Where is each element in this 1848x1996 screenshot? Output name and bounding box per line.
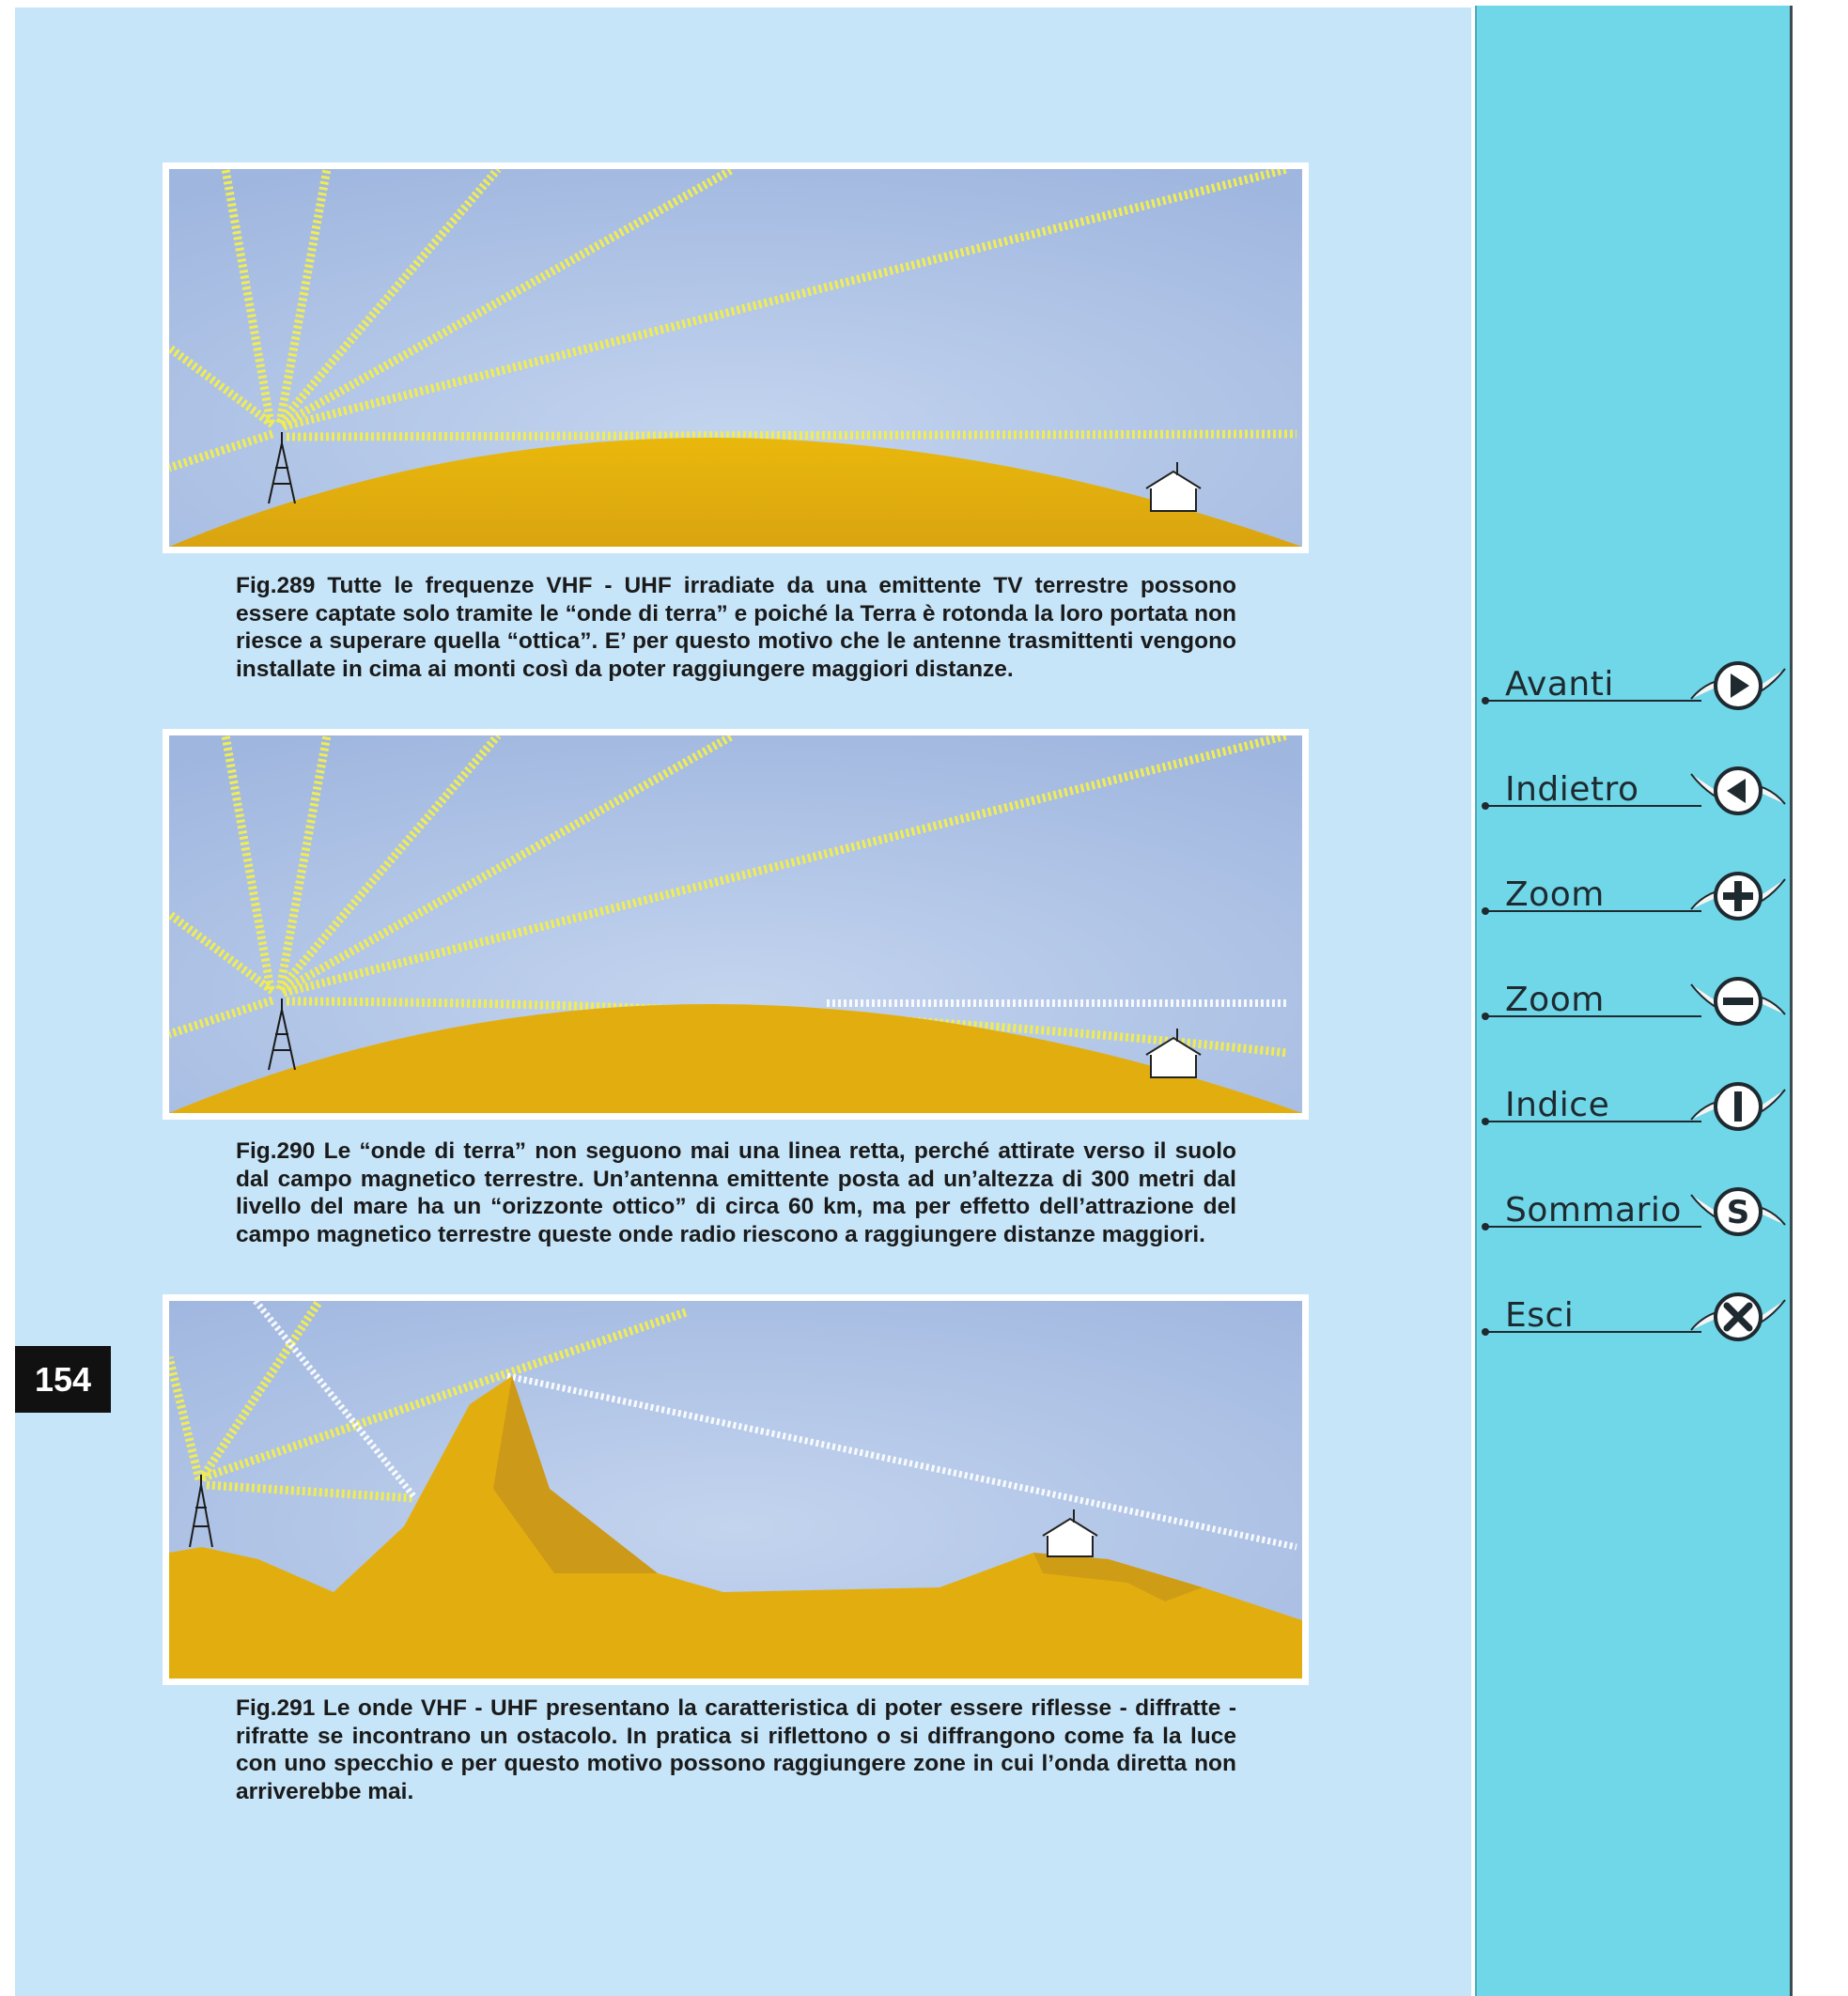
nav-avanti-button[interactable]: Avanti: [1481, 658, 1791, 723]
nav-zoom-out-button[interactable]: Zoom: [1481, 973, 1791, 1039]
nav-esci-button[interactable]: Esci: [1481, 1289, 1791, 1354]
figure-289-image: [163, 162, 1309, 553]
nav-label-zoom-out: Zoom: [1505, 981, 1605, 1019]
page-number: 154: [15, 1346, 111, 1413]
exit-x-icon[interactable]: [1689, 1289, 1787, 1351]
nav-label-zoom-in: Zoom: [1505, 875, 1605, 914]
nav-label-esci: Esci: [1505, 1296, 1575, 1335]
nav-sommario-button[interactable]: Sommario S: [1481, 1184, 1791, 1249]
play-right-icon[interactable]: [1689, 658, 1787, 719]
plus-icon[interactable]: [1689, 868, 1787, 930]
summary-s-icon[interactable]: S: [1689, 1184, 1787, 1246]
nav-label-indice: Indice: [1505, 1086, 1610, 1124]
figure-291-image: [163, 1294, 1309, 1685]
nav-label-sommario: Sommario: [1505, 1191, 1682, 1230]
nav-indietro-button[interactable]: Indietro: [1481, 763, 1791, 828]
figure-289-illustration: [169, 169, 1302, 547]
figure-290-caption: Fig.290 Le “onde di terra” non seguono m…: [236, 1138, 1236, 1247]
figure-291-caption: Fig.291 Le onde VHF - UHF presentano la …: [236, 1695, 1236, 1804]
nav-indice-button[interactable]: Indice: [1481, 1078, 1791, 1144]
figure-290-image: [163, 729, 1309, 1120]
nav-zoom-in-button[interactable]: Zoom: [1481, 868, 1791, 934]
svg-text:S: S: [1727, 1194, 1750, 1231]
index-i-icon[interactable]: [1689, 1078, 1787, 1140]
nav-label-indietro: Indietro: [1505, 770, 1639, 809]
minus-icon[interactable]: [1689, 973, 1787, 1035]
nav-label-avanti: Avanti: [1505, 665, 1614, 704]
play-left-icon[interactable]: [1689, 763, 1787, 825]
figure-289-caption: Fig.289 Tutte le frequenze VHF - UHF irr…: [236, 573, 1236, 682]
figure-290-illustration: [169, 735, 1302, 1113]
figure-291-illustration: [169, 1301, 1302, 1679]
